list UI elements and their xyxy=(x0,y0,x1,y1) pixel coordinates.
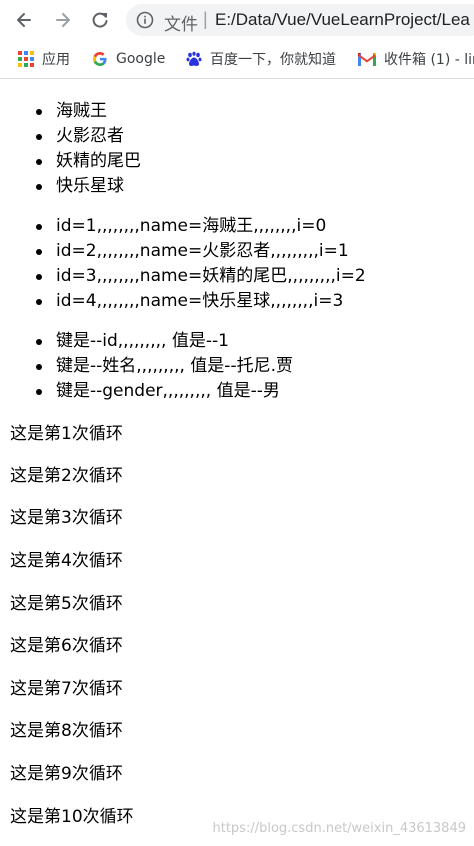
forward-button[interactable] xyxy=(51,8,75,32)
address-separator: | xyxy=(203,9,208,29)
address-label: 文件 xyxy=(164,15,198,35)
shows-list: 海贼王 火影忍者 妖精的尾巴 快乐星球 xyxy=(0,99,141,199)
bookmark-gmail[interactable]: 收件箱 (1) - lin xyxy=(358,49,474,69)
list-item: 键是--id,,,,,,,,, 值是--1 xyxy=(0,329,293,354)
loop-paragraph: 这是第6次循环 xyxy=(10,636,123,656)
bookmark-google[interactable]: Google xyxy=(92,49,165,69)
bookmark-apps[interactable]: 应用 xyxy=(18,49,70,69)
bookmarks-bar: 应用 Google 百度一下，你就知道 收件箱 (1) - lin xyxy=(0,40,474,79)
watermark: https://blog.csdn.net/weixin_43613849 xyxy=(212,821,466,836)
indexed-list: id=1,,,,,,,,name=海贼王,,,,,,,,i=0 id=2,,,,… xyxy=(0,214,366,314)
bookmark-label: 百度一下，你就知道 xyxy=(210,52,336,68)
list-item: 键是--gender,,,,,,,,, 值是--男 xyxy=(0,379,293,404)
address-url[interactable]: E:/Data/Vue/VueLearnProject/Lea xyxy=(215,10,470,30)
loop-paragraph: 这是第10次循环 xyxy=(10,807,134,827)
gmail-icon xyxy=(358,53,376,66)
loop-paragraph: 这是第4次循环 xyxy=(10,551,123,571)
reload-icon xyxy=(92,12,108,28)
info-icon[interactable] xyxy=(136,11,154,29)
loop-paragraph: 这是第8次循环 xyxy=(10,721,123,741)
object-list: 键是--id,,,,,,,,, 值是--1 键是--姓名,,,,,,,,, 值是… xyxy=(0,329,293,404)
list-item: id=4,,,,,,,,name=快乐星球,,,,,,,,i=3 xyxy=(0,289,366,314)
list-item: 快乐星球 xyxy=(0,174,141,199)
list-item: 海贼王 xyxy=(0,99,141,124)
list-item: id=3,,,,,,,,name=妖精的尾巴,,,,,,,,,i=2 xyxy=(0,264,366,289)
bookmark-label: Google xyxy=(116,51,166,67)
bookmark-baidu[interactable]: 百度一下，你就知道 xyxy=(186,49,336,69)
loop-paragraph: 这是第7次循环 xyxy=(10,679,123,699)
google-icon xyxy=(93,52,107,66)
baidu-paw-icon xyxy=(186,51,202,66)
bookmark-label: 收件箱 (1) - lin xyxy=(384,52,474,68)
list-item: 火影忍者 xyxy=(0,124,141,149)
loop-paragraph: 这是第5次循环 xyxy=(10,594,123,614)
list-item: 妖精的尾巴 xyxy=(0,149,141,174)
arrow-right-icon xyxy=(56,13,70,27)
address-bar[interactable]: 文件 | E:/Data/Vue/VueLearnProject/Lea xyxy=(126,4,474,36)
list-item: id=1,,,,,,,,name=海贼王,,,,,,,,i=0 xyxy=(0,214,366,239)
loop-paragraph: 这是第9次循环 xyxy=(10,764,123,784)
loop-paragraph: 这是第3次循环 xyxy=(10,508,123,528)
list-item: 键是--姓名,,,,,,,,, 值是--托尼.贾 xyxy=(0,354,293,379)
browser-toolbar: 文件 | E:/Data/Vue/VueLearnProject/Lea xyxy=(0,0,474,40)
list-item: id=2,,,,,,,,name=火影忍者,,,,,,,,,i=1 xyxy=(0,239,366,264)
reload-button[interactable] xyxy=(88,8,112,32)
loop-paragraph: 这是第2次循环 xyxy=(10,466,123,486)
bookmark-label: 应用 xyxy=(42,52,70,68)
apps-grid-icon xyxy=(18,51,34,67)
loop-paragraph: 这是第1次循环 xyxy=(10,424,123,444)
arrow-left-icon xyxy=(17,13,31,27)
back-button[interactable] xyxy=(12,8,36,32)
